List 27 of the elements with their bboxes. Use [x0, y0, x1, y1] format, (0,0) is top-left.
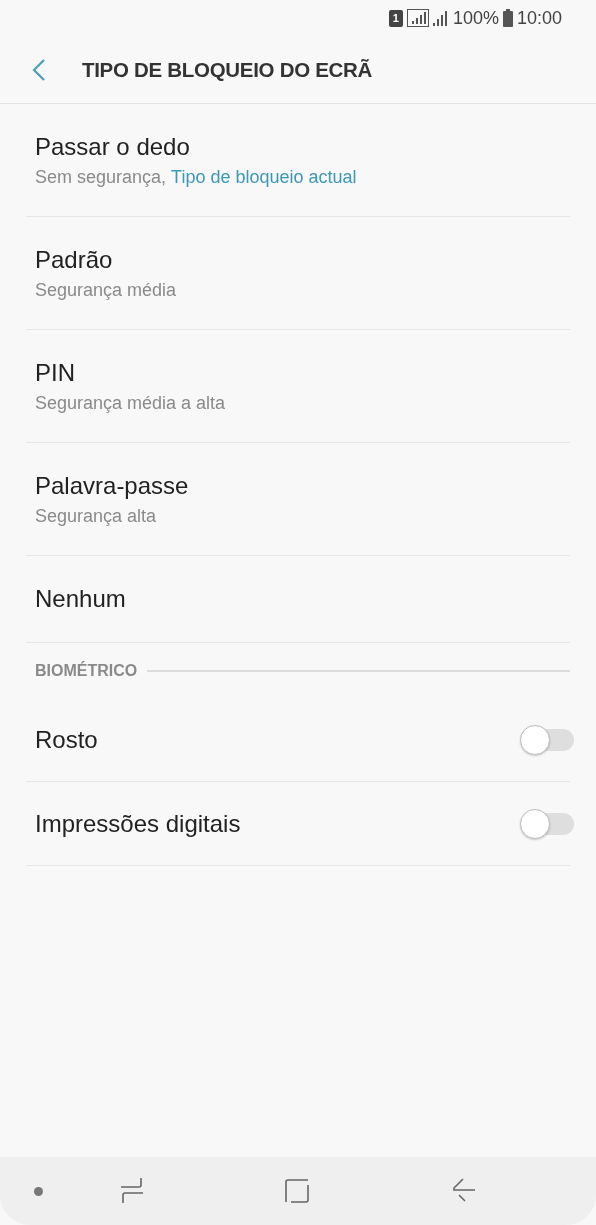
screen-title: TIPO DE BLOQUEIO DO ECRÃ [82, 57, 373, 82]
signal-icon [432, 10, 449, 26]
section-header: BIOMÉTRICO [35, 661, 138, 680]
battery-icon [502, 9, 513, 27]
lock-type-option[interactable]: Nenhum [26, 556, 570, 643]
setting-label: Rosto [35, 725, 98, 754]
lock-type-option[interactable]: Passar o dedo Sem segurança, Tipo de bloqueio actual [26, 104, 570, 217]
lock-type-option[interactable]: PIN Segurança média a alta [26, 330, 570, 443]
lock-type-option[interactable]: Palavra-passe Segurança alta [26, 443, 570, 556]
clock: 10:00 [516, 7, 562, 29]
recent-apps-icon[interactable] [120, 1177, 144, 1205]
back-icon[interactable] [452, 1178, 476, 1204]
option-description: Sem segurança, [35, 166, 167, 188]
dot-icon[interactable] [34, 1186, 43, 1196]
option-description: Segurança alta [35, 505, 157, 527]
battery-percentage: 100% [452, 7, 499, 29]
option-description: Segurança média a alta [35, 392, 226, 414]
setting-label: Impressões digitais [35, 809, 241, 838]
home-icon[interactable] [285, 1179, 309, 1203]
sim-icon: 1 [388, 9, 403, 27]
lock-type-option[interactable]: Padrão Segurança média [26, 217, 570, 330]
toggle-switch[interactable] [520, 724, 574, 755]
toggle-switch[interactable] [520, 808, 574, 839]
signal-icon [406, 9, 429, 27]
option-description: Segurança média [35, 279, 177, 301]
back-icon[interactable] [32, 57, 46, 82]
current-lock-note: Tipo de bloqueio actual [171, 166, 357, 188]
